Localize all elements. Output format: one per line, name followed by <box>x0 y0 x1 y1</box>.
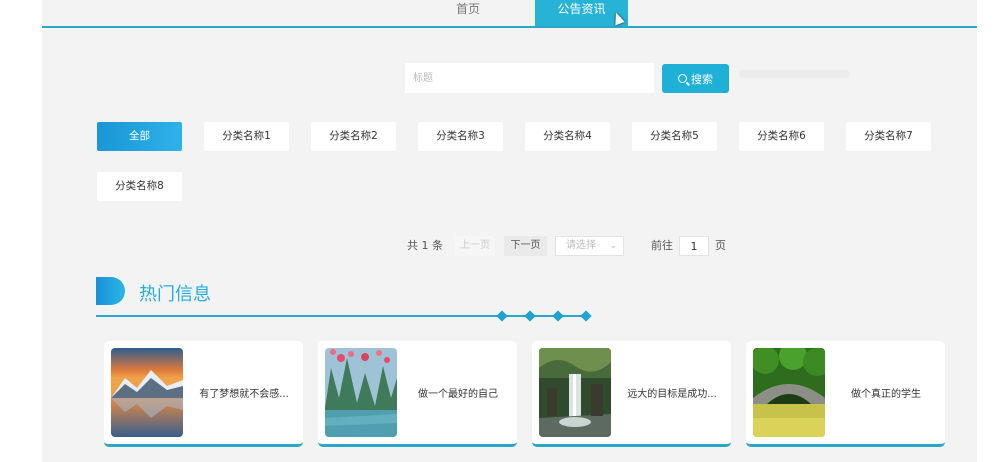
news-card[interactable]: 做一个最好的自己 <box>318 341 517 447</box>
card-title: 做个真正的学生 <box>851 389 921 400</box>
section-title: 热门信息 <box>139 284 211 305</box>
category-item[interactable]: 分类名称5 <box>632 122 717 151</box>
pagination-total: 共 1 条 <box>407 236 443 256</box>
diamond-icon <box>524 310 536 322</box>
news-card[interactable]: 做个真正的学生 <box>746 341 945 447</box>
page-number-input[interactable] <box>679 236 709 256</box>
total-count: 1 <box>421 239 429 252</box>
total-prefix: 共 <box>407 239 418 252</box>
category-item[interactable]: 分类名称7 <box>846 122 931 151</box>
category-item[interactable]: 分类名称1 <box>204 122 289 151</box>
search-button-label: 搜索 <box>691 72 713 86</box>
section-marker-icon <box>96 277 125 305</box>
section-divider <box>96 315 586 317</box>
news-card[interactable]: 有了梦想就不会感... <box>104 341 303 447</box>
decorative-bar <box>739 70 849 78</box>
top-nav: 首页 公告资讯 <box>42 0 977 28</box>
card-thumbnail-waterfall <box>539 348 611 437</box>
diamond-icon <box>552 310 564 322</box>
card-title: 有了梦想就不会感... <box>199 389 289 400</box>
total-suffix: 条 <box>432 239 443 252</box>
page: 首页 公告资讯 搜索 全部 分类名称1 分类名称2 分类名称3 分类名称4 分类… <box>42 0 977 462</box>
next-page-button[interactable]: 下一页 <box>504 236 547 256</box>
diamond-icon <box>580 310 592 322</box>
card-title: 远大的目标是成功... <box>627 389 717 400</box>
page-size-placeholder: 请选择 <box>566 240 596 251</box>
category-item[interactable]: 分类名称8 <box>97 172 182 201</box>
page-size-select[interactable]: 请选择 ⌄ <box>555 236 624 256</box>
page-unit-label: 页 <box>715 239 726 252</box>
card-title: 做一个最好的自己 <box>418 389 498 400</box>
search-icon <box>678 74 687 83</box>
nav-item-home[interactable]: 首页 <box>428 0 508 26</box>
search-button[interactable]: 搜索 <box>662 64 729 93</box>
card-thumbnail-stone-bridge <box>753 348 825 437</box>
category-item[interactable]: 分类名称2 <box>311 122 396 151</box>
category-item[interactable]: 分类名称4 <box>525 122 610 151</box>
diamond-icon <box>496 310 508 322</box>
goto-label: 前往 <box>651 239 673 252</box>
category-item[interactable]: 分类名称3 <box>418 122 503 151</box>
category-all[interactable]: 全部 <box>97 122 182 151</box>
chevron-down-icon: ⌄ <box>609 241 617 251</box>
card-thumbnail-karst-river <box>325 348 397 437</box>
category-item[interactable]: 分类名称6 <box>739 122 824 151</box>
prev-page-button[interactable]: 上一页 <box>455 236 495 256</box>
news-card[interactable]: 远大的目标是成功... <box>532 341 731 447</box>
search-input[interactable] <box>405 63 654 93</box>
card-thumbnail-lake-mountain <box>111 348 183 437</box>
